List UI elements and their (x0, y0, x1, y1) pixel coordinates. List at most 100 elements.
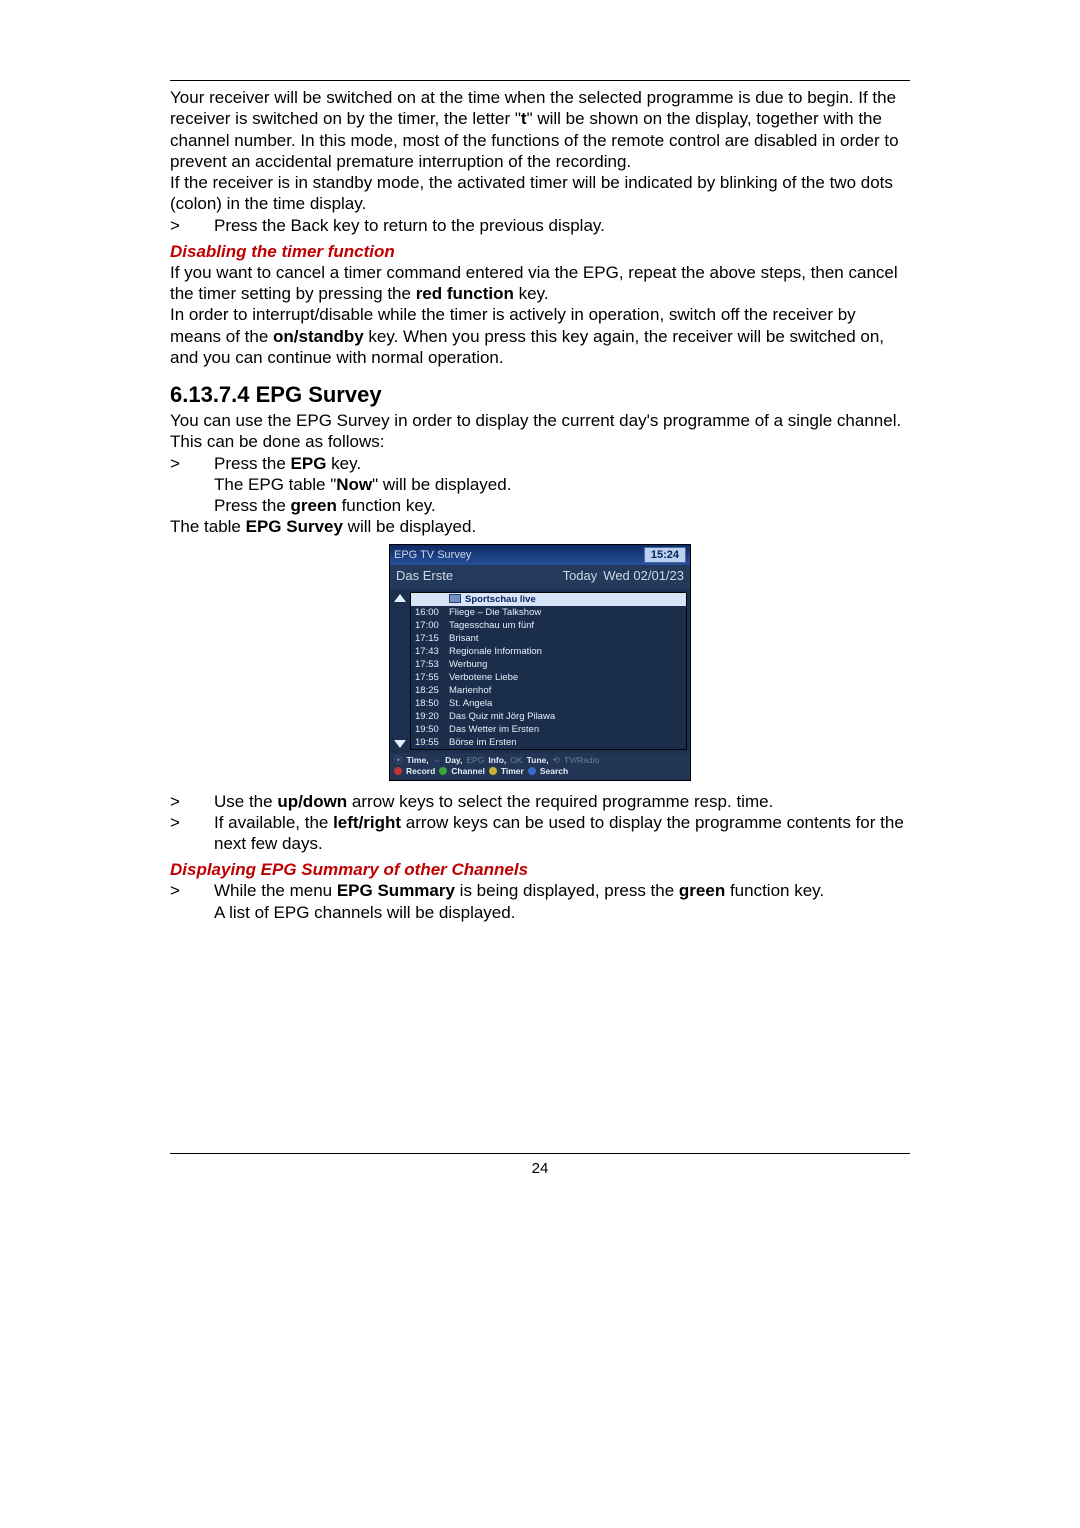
text: The EPG table " (214, 475, 336, 494)
epg-programme-list[interactable]: Sportschau live16:00Fliege – Die Talksho… (410, 592, 687, 750)
epg-now-row: The EPG table "Now" will be displayed. (170, 474, 910, 495)
green-dot-icon (439, 767, 447, 775)
list-marker: > (170, 215, 214, 236)
epg-programme-row[interactable]: 17:53Werbung (411, 658, 686, 671)
epg-row-time: 17:55 (415, 672, 449, 683)
epg-channel: Das Erste (396, 568, 453, 583)
paragraph-receiver-on: Your receiver will be switched on at the… (170, 87, 910, 172)
epg-programme-row[interactable]: 17:15Brisant (411, 632, 686, 645)
epg-row-title: Tagesschau um fünf (449, 620, 682, 631)
legend-epg: EPG (466, 755, 484, 766)
epg-programme-row[interactable]: 17:43Regionale Information (411, 645, 686, 658)
leftright-label: left/right (333, 813, 401, 832)
epg-title: EPG TV Survey (394, 549, 471, 561)
text: Use the (214, 792, 277, 811)
text: will be displayed. (343, 517, 476, 536)
other-channels-row-2: A list of EPG channels will be displayed… (170, 902, 910, 923)
use-updown-text: Use the up/down arrow keys to select the… (214, 791, 910, 812)
record-icon (449, 594, 461, 603)
epg-clock: 15:24 (644, 547, 686, 563)
epg-row-title: Brisant (449, 633, 682, 644)
epg-row-time (415, 594, 449, 605)
epg-now-text: The EPG table "Now" will be displayed. (214, 474, 910, 495)
epg-row-time: 17:53 (415, 659, 449, 670)
epg-row-title: Sportschau live (449, 594, 682, 605)
epg-row-time: 18:50 (415, 698, 449, 709)
back-key-row: > Press the Back key to return to the pr… (170, 215, 910, 236)
green-label: green (291, 496, 337, 515)
survey-intro: You can use the EPG Survey in order to d… (170, 410, 910, 453)
epg-key-label: EPG (291, 454, 327, 473)
bottom-rule (170, 1153, 910, 1154)
epg-titlebar: EPG TV Survey 15:24 (390, 545, 690, 565)
epg-programme-row[interactable]: 19:50Das Wetter im Ersten (411, 723, 686, 736)
page-number: 24 (170, 1160, 910, 1177)
text: key. (326, 454, 361, 473)
arrow-down-icon[interactable] (394, 740, 406, 748)
epg-row-time: 19:50 (415, 724, 449, 735)
list-marker-empty (170, 474, 214, 495)
epg-programme-row[interactable]: 17:55Verbotene Liebe (411, 671, 686, 684)
text: While the menu (214, 881, 337, 900)
epg-row-time: 17:00 (415, 620, 449, 631)
legend-search: Search (540, 766, 568, 777)
press-green-text: Press the green function key. (214, 495, 910, 516)
other-channels-row: > While the menu EPG Summary is being di… (170, 880, 910, 901)
heading-other-channels: Displaying EPG Summary of other Channels (170, 860, 910, 880)
green-label-2: green (679, 881, 725, 900)
epg-row-title: Fliege – Die Talkshow (449, 607, 682, 618)
epg-row-time: 19:20 (415, 711, 449, 722)
blue-dot-icon (528, 767, 536, 775)
legend-tune: Tune, (527, 755, 549, 766)
legend-day: Day, (445, 755, 462, 766)
epg-today: Today (563, 568, 598, 583)
heading-disable-timer: Disabling the timer function (170, 242, 910, 262)
press-green-row: Press the green function key. (170, 495, 910, 516)
footer: 24 (170, 1153, 910, 1177)
text: Press the (214, 496, 291, 515)
epg-row-time: 17:15 (415, 633, 449, 644)
epg-programme-row[interactable]: Sportschau live (411, 593, 686, 606)
other-channels-text: While the menu EPG Summary is being disp… (214, 880, 910, 901)
arrow-up-icon[interactable] (394, 594, 406, 602)
epg-programme-row[interactable]: 19:20Das Quiz mit Jörg Pilawa (411, 710, 686, 723)
text: The table (170, 517, 246, 536)
epg-programme-row[interactable]: 18:50St. Angela (411, 697, 686, 710)
epg-survey-label: EPG Survey (246, 517, 343, 536)
top-rule (170, 80, 910, 81)
epg-row-time: 17:43 (415, 646, 449, 657)
list-marker-empty (170, 495, 214, 516)
epg-row-title: Regionale Information (449, 646, 682, 657)
other-channels-line2: A list of EPG channels will be displayed… (214, 902, 910, 923)
epg-row-title: Das Wetter im Ersten (449, 724, 682, 735)
epg-row-title: Werbung (449, 659, 682, 670)
text: arrow keys to select the required progra… (347, 792, 773, 811)
epg-programme-row[interactable]: 18:25Marienhof (411, 684, 686, 697)
epg-summary-label: EPG Summary (337, 881, 455, 900)
epg-row-time: 19:55 (415, 737, 449, 748)
legend-ok: OK (510, 755, 522, 766)
disable-paragraph-1: If you want to cancel a timer command en… (170, 262, 910, 305)
use-updown-row: > Use the up/down arrow keys to select t… (170, 791, 910, 812)
press-epg-text: Press the EPG key. (214, 453, 910, 474)
paragraph-standby: If the receiver is in standby mode, the … (170, 172, 910, 215)
legend-time: Time, (407, 755, 429, 766)
text: Press the (214, 454, 291, 473)
epg-programme-row[interactable]: 19:55Börse im Ersten (411, 736, 686, 749)
list-marker: > (170, 453, 214, 474)
heading-epg-survey: 6.13.7.4 EPG Survey (170, 382, 910, 408)
list-marker-empty (170, 902, 214, 923)
epg-list-area: Sportschau live16:00Fliege – Die Talksho… (390, 589, 690, 753)
legend-info: Info, (488, 755, 506, 766)
epg-programme-row[interactable]: 17:00Tagesschau um fünf (411, 619, 686, 632)
list-marker: > (170, 791, 214, 812)
red-function-label: red function (416, 284, 514, 303)
epg-subbar: Das Erste Today Wed 02/01/23 (390, 565, 690, 589)
epg-row-title: St. Angela (449, 698, 682, 709)
text: key. (514, 284, 549, 303)
epg-screenshot: EPG TV Survey 15:24 Das Erste Today Wed … (389, 544, 691, 781)
epg-row-title: Börse im Ersten (449, 737, 682, 748)
epg-programme-row[interactable]: 16:00Fliege – Die Talkshow (411, 606, 686, 619)
epg-row-title: Verbotene Liebe (449, 672, 682, 683)
text: If available, the (214, 813, 333, 832)
